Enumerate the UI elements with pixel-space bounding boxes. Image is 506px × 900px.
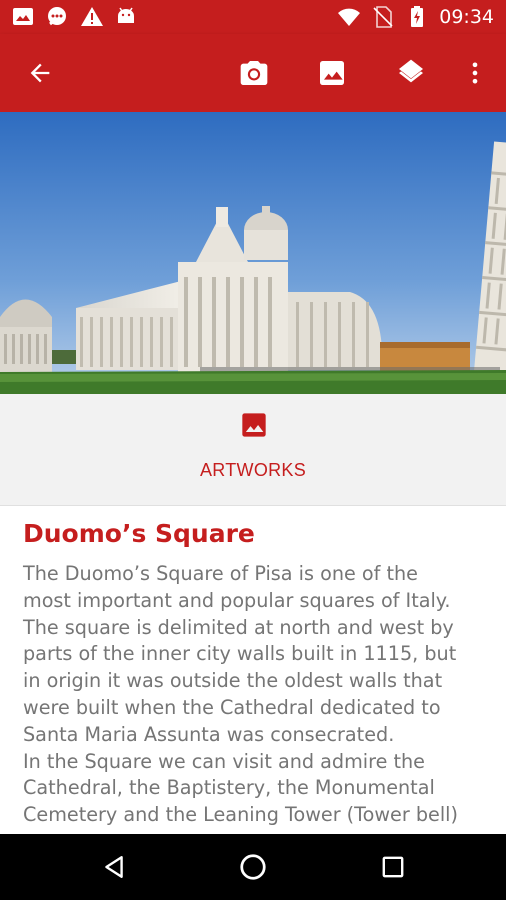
warning-icon bbox=[81, 7, 103, 26]
camera-button[interactable] bbox=[230, 49, 278, 97]
piazza-duomo-photo bbox=[0, 112, 506, 394]
back-triangle-icon bbox=[105, 856, 123, 878]
more-vert-icon bbox=[472, 62, 478, 84]
hero-image bbox=[0, 112, 506, 394]
no-sim-icon bbox=[373, 6, 393, 28]
gallery-notification-icon bbox=[13, 8, 33, 25]
android-icon bbox=[118, 7, 134, 23]
camera-icon bbox=[240, 61, 268, 85]
gallery-button[interactable] bbox=[308, 49, 356, 97]
nav-home-button[interactable] bbox=[233, 847, 273, 887]
artworks-tab[interactable]: ARTWORKS bbox=[0, 394, 506, 506]
status-notifications bbox=[12, 5, 138, 29]
nav-recents-button[interactable] bbox=[373, 847, 413, 887]
layers-button[interactable] bbox=[387, 49, 435, 97]
overflow-menu-button[interactable] bbox=[451, 49, 499, 97]
app-bar bbox=[0, 34, 506, 112]
back-arrow-icon bbox=[30, 63, 50, 83]
layers-icon bbox=[399, 59, 423, 83]
status-time: 09:34 bbox=[439, 6, 494, 28]
system-navigation-bar bbox=[0, 834, 506, 900]
back-button[interactable] bbox=[16, 49, 64, 97]
tab-label: ARTWORKS bbox=[199, 460, 307, 480]
wifi-icon bbox=[338, 8, 361, 26]
battery-charging-icon bbox=[411, 6, 424, 27]
article-body: The Duomo’s Square of Pisa is one of the… bbox=[23, 562, 458, 827]
image-icon bbox=[320, 61, 344, 85]
article-content[interactable]: Duomo’s Square The Duomo’s Square of Pis… bbox=[0, 506, 506, 834]
recents-square-icon bbox=[382, 856, 404, 878]
nav-back-button[interactable] bbox=[94, 847, 134, 887]
status-bar: 09:34 bbox=[0, 0, 506, 34]
article-title: Duomo’s Square bbox=[23, 519, 255, 548]
chat-notification-icon bbox=[48, 7, 66, 26]
image-icon bbox=[242, 413, 266, 437]
home-circle-icon bbox=[240, 854, 266, 880]
status-system: 09:34 bbox=[337, 5, 494, 29]
